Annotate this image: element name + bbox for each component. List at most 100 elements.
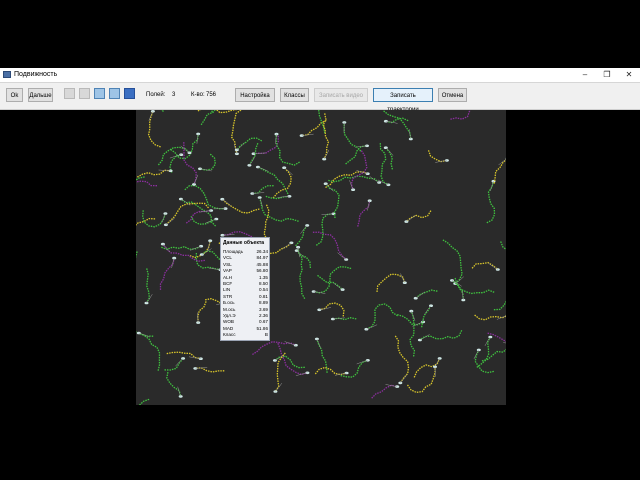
sperm-tail — [349, 180, 354, 190]
sperm-head — [365, 172, 370, 175]
sperm-tail — [333, 282, 343, 290]
sperm-head — [255, 165, 260, 169]
sperm-tail — [138, 332, 150, 338]
sperm-track — [383, 110, 412, 140]
sperm-track — [165, 202, 209, 226]
settings-button[interactable]: Настройка — [235, 88, 275, 102]
sperm-track — [471, 261, 499, 271]
sperm-tail — [406, 214, 416, 222]
object-data-row: Класс B — [223, 332, 268, 338]
ok-button[interactable]: Ok — [6, 88, 23, 102]
sperm-tail — [400, 374, 408, 384]
count-value: 756 — [206, 92, 217, 98]
sperm-tail — [188, 356, 201, 359]
sperm-head — [364, 327, 369, 331]
sperm-tail — [490, 181, 494, 191]
sperm-track — [136, 217, 156, 226]
record-video-button[interactable]: Записать видео — [314, 88, 368, 102]
sperm-tail — [282, 242, 292, 250]
sperm-track — [379, 143, 389, 186]
sperm-tail — [503, 342, 506, 344]
sperm-track — [275, 134, 300, 166]
sperm-track — [314, 366, 347, 376]
sperm-track — [493, 158, 506, 184]
sperm-track — [195, 367, 225, 373]
app-icon — [3, 71, 11, 78]
sperm-track — [427, 150, 448, 163]
sperm-tail — [193, 174, 199, 185]
sperm-track — [328, 175, 380, 184]
sperm-track — [319, 302, 345, 317]
sperm-track — [405, 210, 432, 223]
sperm-head — [398, 381, 403, 385]
sperm-track — [161, 245, 202, 250]
sperm-tail — [249, 156, 256, 166]
sperm-tail — [411, 310, 416, 321]
object-data-value: B — [264, 332, 268, 338]
window-title: Подвижность — [14, 71, 58, 78]
app-window: Подвижность – ❐ ✕ Ok Дальше Полей: 3 К-в… — [0, 68, 640, 480]
maximize-button[interactable]: ❐ — [596, 68, 618, 82]
sperm-track — [415, 289, 438, 299]
cancel-button[interactable]: Отмена — [438, 88, 467, 102]
sperm-tail — [356, 360, 368, 365]
sperm-tail — [337, 252, 347, 260]
sperm-track — [145, 268, 151, 304]
sperm-track — [312, 231, 347, 260]
classes-button[interactable]: Классы — [280, 88, 309, 102]
sperm-tail — [498, 159, 506, 166]
sperm-head — [305, 224, 310, 227]
fields-value: 3 — [172, 92, 176, 98]
sperm-track — [357, 200, 371, 227]
sperm-track — [394, 335, 410, 384]
sperm-tail — [190, 245, 202, 251]
sperm-track — [185, 209, 212, 224]
sperm-head — [178, 395, 183, 398]
sperm-track — [136, 169, 171, 178]
sperm-track — [366, 303, 398, 330]
sperm-track — [376, 273, 406, 292]
sperm-tail — [325, 183, 334, 192]
sperm-track — [295, 225, 308, 247]
sperm-head — [160, 242, 165, 246]
next-frame-icon[interactable] — [109, 88, 120, 99]
sperm-tail — [161, 213, 166, 224]
sperm-track — [350, 150, 368, 190]
sperm-track — [481, 348, 506, 362]
next-button[interactable]: Дальше — [28, 88, 53, 102]
first-frame-icon[interactable] — [64, 88, 75, 99]
sperm-track — [138, 332, 161, 371]
sperm-track — [166, 371, 182, 397]
minimize-button[interactable]: – — [574, 68, 596, 82]
sperm-head — [383, 146, 388, 149]
sperm-track — [442, 239, 463, 285]
close-button[interactable]: ✕ — [618, 68, 640, 82]
sperm-track — [159, 257, 175, 290]
sperm-tail — [419, 334, 430, 341]
microscope-video-view[interactable]: Данные объекта Площадь 26.34 VCL 84.97 VSL 45… — [136, 110, 506, 405]
sperm-head — [234, 152, 239, 156]
sperm-track — [252, 185, 274, 195]
sperm-tail — [177, 386, 181, 397]
last-frame-icon[interactable] — [124, 88, 135, 99]
sperm-track — [136, 251, 138, 258]
count-label: К-во: — [191, 92, 205, 98]
sperm-tail — [319, 307, 332, 311]
prev-frame-icon[interactable] — [79, 88, 90, 99]
sperm-track — [340, 359, 369, 378]
toolbar: Ok Дальше Полей: 3 К-во: 756 Настройка К… — [0, 83, 640, 113]
object-data-key: Класс — [223, 332, 236, 338]
sperm-track — [419, 330, 463, 341]
sperm-track — [200, 110, 216, 126]
fields-label: Полей: — [146, 92, 166, 98]
record-tracks-button[interactable]: Записать траектории — [373, 88, 433, 113]
object-data-panel: Данные объекта Площадь 26.34 VCL 84.97 VSL 45… — [220, 237, 270, 341]
sperm-track — [164, 357, 184, 371]
sperm-track — [160, 110, 164, 112]
sperm-track — [409, 310, 416, 357]
sperm-head — [199, 244, 204, 248]
sperm-track — [138, 398, 150, 405]
sperm-tail — [415, 291, 426, 299]
play-icon[interactable] — [94, 88, 105, 99]
sperm-track — [252, 341, 297, 356]
